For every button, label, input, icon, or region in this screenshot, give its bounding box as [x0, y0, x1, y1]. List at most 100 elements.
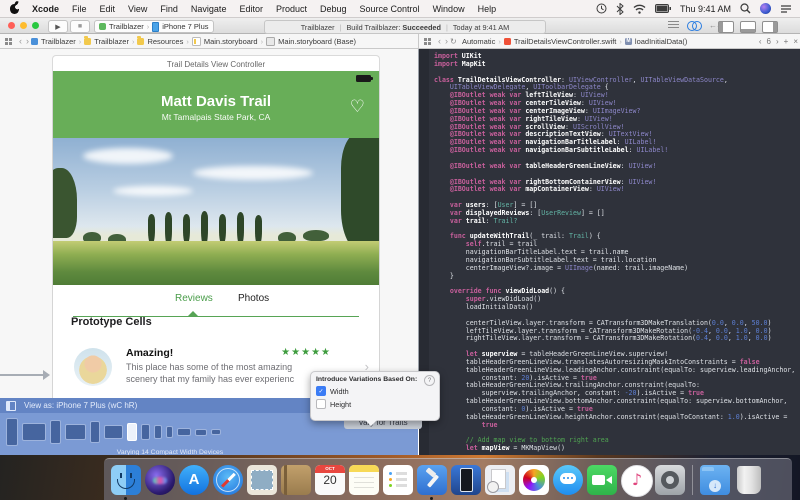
menu-help[interactable]: Help — [478, 4, 497, 14]
standard-editor-button[interactable] — [668, 21, 679, 30]
menu-window[interactable]: Window — [433, 4, 465, 14]
dock-calendar[interactable]: OCT20 — [315, 465, 345, 495]
dock-contacts[interactable] — [281, 465, 311, 495]
device-thumb[interactable] — [177, 428, 191, 436]
menu-source-control[interactable]: Source Control — [360, 4, 420, 14]
forward-button[interactable]: › — [26, 36, 29, 46]
navigator-panel-toggle[interactable] — [718, 21, 734, 33]
bluetooth-icon[interactable] — [616, 3, 624, 15]
view-as-label[interactable]: View as: iPhone 7 Plus (wC hR) — [24, 401, 137, 410]
dock-photos[interactable] — [519, 465, 549, 495]
favorite-heart-icon[interactable]: ♡ — [350, 97, 365, 117]
dock-xcode[interactable] — [417, 465, 447, 495]
device-thumb[interactable] — [65, 424, 86, 440]
breadcrumb-item[interactable]: Resources — [147, 37, 183, 46]
breadcrumb-item[interactable]: Trailblazer — [94, 37, 129, 46]
breadcrumb-item[interactable]: Automatic — [462, 37, 495, 46]
breadcrumb-item[interactable]: Main.storyboard — [204, 37, 258, 46]
tab-photos[interactable]: Photos — [238, 293, 269, 304]
dock-settings[interactable] — [655, 465, 685, 495]
siri-icon[interactable] — [760, 3, 771, 14]
code-lines[interactable]: import UIKitimport MapKit class TrailDet… — [434, 53, 795, 453]
dock-itunes[interactable]: ♪ — [621, 465, 651, 495]
back-button[interactable]: ‹ — [19, 36, 22, 46]
menu-navigate[interactable]: Navigate — [191, 4, 227, 14]
tab-reviews[interactable]: Reviews — [175, 293, 213, 304]
inspector-panel-toggle[interactable] — [762, 21, 778, 33]
back-button[interactable]: ‹ — [438, 36, 441, 46]
device-thumb[interactable] — [90, 421, 100, 443]
breadcrumb-item[interactable]: Trailblazer — [41, 37, 76, 46]
add-editor-button[interactable]: + — [784, 37, 789, 46]
menu-file[interactable]: File — [72, 4, 87, 14]
clock-icon[interactable] — [596, 3, 607, 14]
menu-product[interactable]: Product — [276, 4, 307, 14]
dock-simulator[interactable] — [451, 465, 481, 495]
menu-view[interactable]: View — [128, 4, 147, 14]
wifi-icon[interactable] — [633, 4, 646, 14]
view-controller-scene[interactable]: Matt Davis Trail Mt Tamalpais State Park… — [52, 71, 380, 398]
source-editor[interactable]: import UIKitimport MapKit class TrailDet… — [419, 49, 800, 455]
dock-app-store[interactable]: A — [179, 465, 209, 495]
device-thumb[interactable] — [22, 423, 46, 441]
breadcrumb-item[interactable]: Main.storyboard (Base) — [278, 37, 356, 46]
related-items-icon[interactable] — [5, 38, 12, 45]
menu-editor[interactable]: Editor — [239, 4, 263, 14]
width-checkbox[interactable]: ✓ — [316, 386, 326, 396]
window-close-button[interactable] — [8, 22, 15, 29]
breadcrumb-item[interactable]: TrailDetailsViewController.swift — [514, 37, 617, 46]
trail-title-label[interactable]: Matt Davis Trail — [53, 93, 379, 110]
counterpart-prev-button[interactable]: ‹ — [759, 37, 762, 46]
dock-notes[interactable] — [349, 465, 379, 495]
menu-find[interactable]: Find — [160, 4, 178, 14]
device-thumb[interactable] — [154, 425, 162, 439]
assistant-editor-button[interactable] — [687, 21, 701, 30]
stop-button[interactable]: ■ — [70, 20, 90, 33]
trail-subtitle-label[interactable]: Mt Tamalpais State Park, CA — [53, 112, 379, 122]
variation-option-height[interactable]: Height — [316, 399, 434, 409]
menu-bar-clock[interactable]: Thu 9:41 AM — [680, 4, 731, 14]
height-checkbox[interactable] — [316, 399, 326, 409]
device-thumb[interactable] — [166, 426, 173, 438]
menu-xcode[interactable]: Xcode — [32, 4, 59, 14]
dock-safari[interactable] — [213, 465, 243, 495]
dock-messages[interactable] — [553, 465, 583, 495]
menu-edit[interactable]: Edit — [100, 4, 116, 14]
device-thumb-selected[interactable] — [127, 423, 137, 441]
debug-panel-toggle[interactable] — [740, 21, 756, 33]
window-minimize-button[interactable] — [20, 22, 27, 29]
scheme-selector[interactable]: Trailblazer › iPhone 7 Plus — [94, 20, 214, 33]
apple-menu-icon[interactable] — [10, 4, 19, 14]
trail-photo[interactable] — [53, 138, 379, 285]
device-thumb[interactable] — [211, 429, 221, 435]
notification-center-icon[interactable] — [780, 4, 792, 14]
menu-debug[interactable]: Debug — [320, 4, 347, 14]
help-button[interactable]: ? — [424, 375, 435, 386]
dock-reminders[interactable] — [383, 465, 413, 495]
run-button[interactable]: ▶ — [48, 20, 68, 33]
device-thumb[interactable] — [6, 418, 18, 446]
dock-facetime[interactable] — [587, 465, 617, 495]
dock-siri[interactable] — [145, 465, 175, 495]
window-zoom-button[interactable] — [32, 22, 39, 29]
dock-docs[interactable] — [485, 465, 515, 495]
dock-finder[interactable] — [111, 465, 141, 495]
variation-option-width[interactable]: ✓Width — [316, 386, 434, 396]
battery-icon[interactable] — [655, 4, 671, 13]
dock-mail[interactable] — [247, 465, 277, 495]
device-thumb[interactable] — [104, 425, 123, 439]
dock-trash[interactable] — [734, 465, 764, 495]
device-thumb[interactable] — [141, 424, 150, 440]
device-bar-toggle-icon[interactable] — [6, 401, 16, 411]
breadcrumb-item[interactable]: loadInitialData() — [635, 37, 688, 46]
related-items-icon[interactable] — [424, 38, 431, 45]
close-editor-button[interactable]: × — [793, 37, 798, 46]
counterpart-next-button[interactable]: › — [776, 37, 779, 46]
trail-nav-bar[interactable]: Matt Davis Trail Mt Tamalpais State Park… — [53, 71, 379, 138]
forward-button[interactable]: › — [445, 36, 448, 46]
view-controller-title[interactable]: Trail Details View Controller — [52, 55, 380, 72]
spotlight-icon[interactable] — [740, 3, 751, 14]
device-thumb[interactable] — [195, 429, 207, 436]
device-thumb[interactable] — [50, 420, 61, 444]
dock-downloads[interactable] — [700, 465, 730, 495]
